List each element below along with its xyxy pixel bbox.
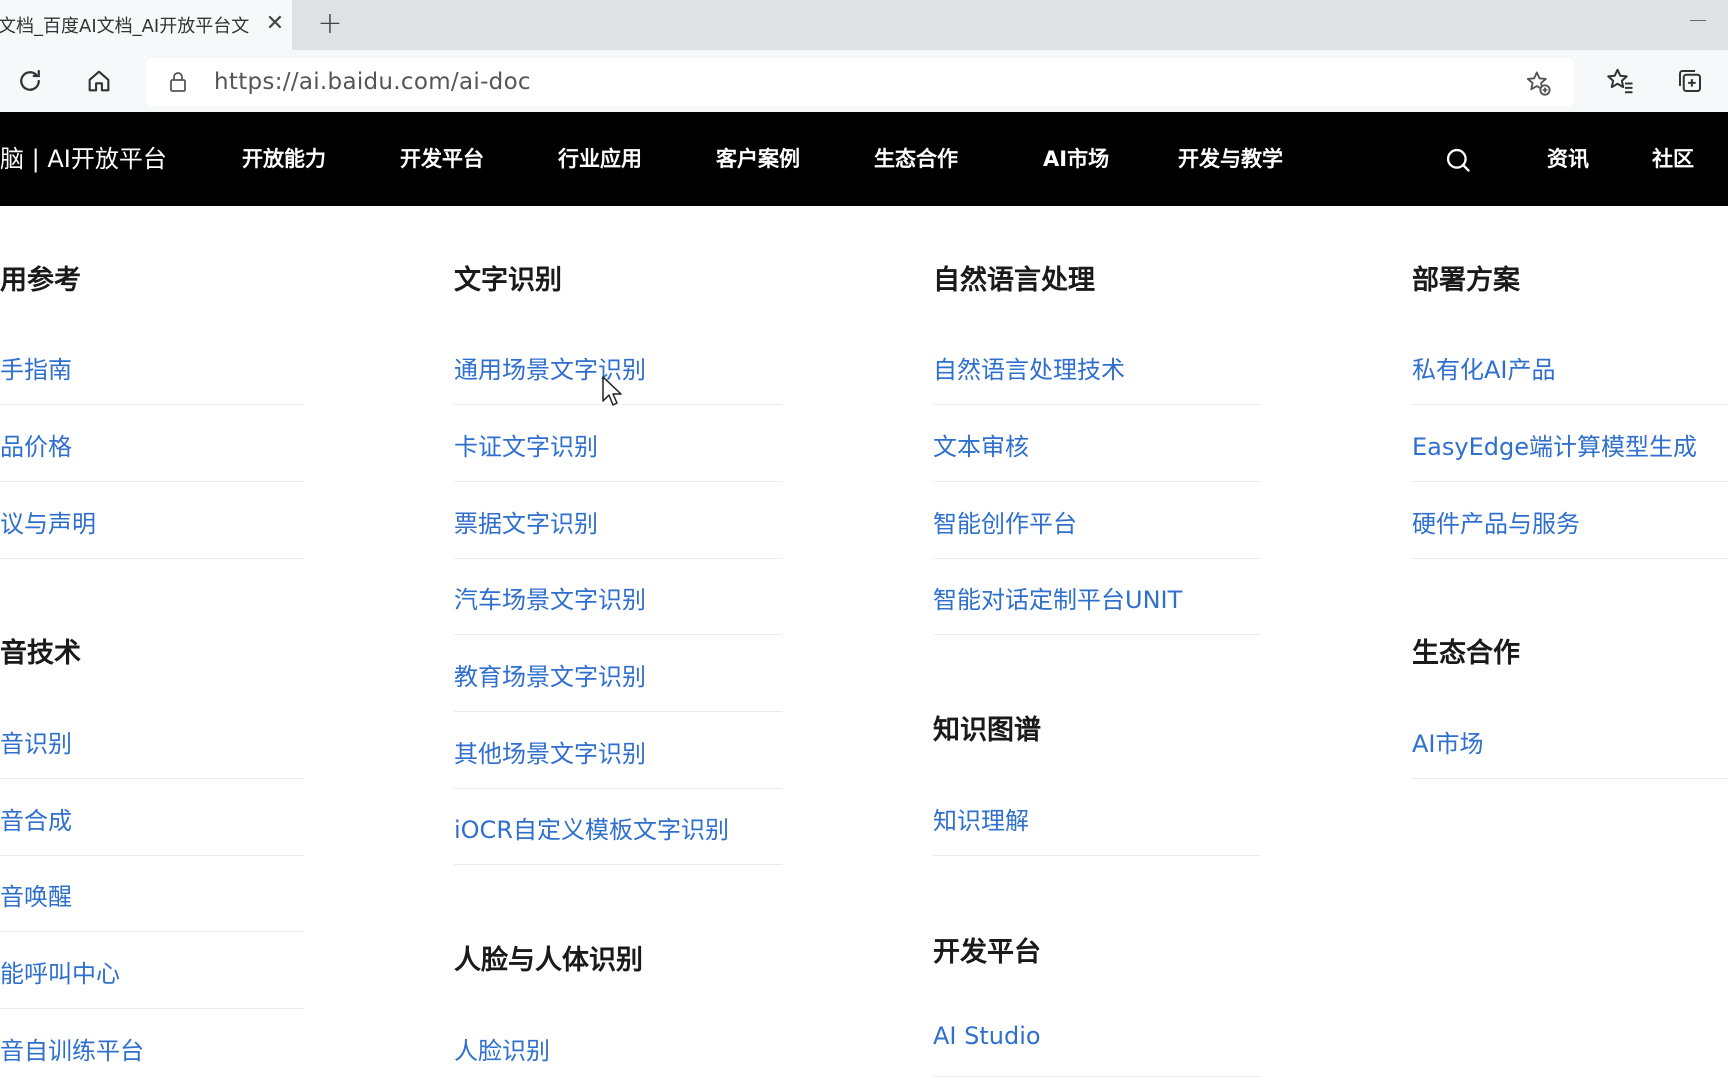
site-brand[interactable]: 脑 | AI开放平台 — [0, 112, 167, 206]
link-item[interactable]: 自然语言处理技术 — [933, 350, 1125, 385]
divider — [0, 1008, 304, 1009]
section-heading: 部署方案 — [1412, 265, 1520, 296]
browser-toolbar: https://ai.baidu.com/ai-doc — [0, 50, 1728, 112]
refresh-button[interactable] — [12, 63, 48, 99]
nav-item-dev-teaching[interactable]: 开发与教学 — [1178, 112, 1283, 206]
section-heading: 知识图谱 — [933, 715, 1041, 746]
link-item[interactable]: 能呼叫中心 — [0, 954, 120, 989]
link-item[interactable]: 硬件产品与服务 — [1412, 504, 1580, 539]
new-tab-button[interactable]: + — [314, 8, 346, 40]
link-item[interactable]: 智能创作平台 — [933, 504, 1077, 539]
nav-item-open-capabilities[interactable]: 开放能力 — [242, 112, 326, 206]
collections-icon — [1679, 70, 1701, 92]
divider — [454, 481, 782, 482]
divider — [0, 404, 304, 405]
refresh-icon — [20, 69, 40, 91]
divider — [0, 855, 304, 856]
link-item[interactable]: 手指南 — [0, 350, 72, 385]
link-item[interactable]: 智能对话定制平台UNIT — [933, 580, 1182, 615]
link-item[interactable]: AI市场 — [1412, 724, 1484, 759]
link-item[interactable]: 音自训练平台 — [0, 1031, 144, 1066]
favorites-button[interactable] — [1602, 63, 1638, 99]
link-item[interactable]: 卡证文字识别 — [454, 427, 598, 462]
link-item[interactable]: AI Studio — [933, 1022, 1041, 1050]
link-item[interactable]: 私有化AI产品 — [1412, 350, 1556, 385]
collections-button[interactable] — [1672, 63, 1708, 99]
nav-item-community[interactable]: 社区 — [1652, 112, 1694, 206]
home-icon — [88, 70, 110, 92]
divider — [1412, 558, 1728, 559]
divider — [0, 481, 304, 482]
section-heading: 音技术 — [0, 638, 81, 669]
link-item[interactable]: EasyEdge端计算模型生成 — [1412, 427, 1697, 462]
divider — [0, 778, 304, 779]
divider — [1412, 778, 1728, 779]
lock-icon — [170, 72, 186, 92]
divider — [454, 711, 782, 712]
nav-item-ai-market[interactable]: AI市场 — [1043, 112, 1109, 206]
link-item[interactable]: 议与声明 — [0, 504, 96, 539]
nav-item-news[interactable]: 资讯 — [1547, 112, 1589, 206]
divider — [0, 558, 304, 559]
minimize-window-icon[interactable] — [1688, 10, 1708, 30]
search-icon[interactable] — [1444, 146, 1472, 174]
section-heading: 自然语言处理 — [933, 265, 1095, 296]
link-item[interactable]: 其他场景文字识别 — [454, 734, 646, 769]
browser-tab-bar: 文档_百度AI文档_AI开放平台文 ✕ + — [0, 0, 1728, 50]
section-heading: 人脸与人体识别 — [454, 945, 643, 976]
link-item[interactable]: 品价格 — [0, 427, 72, 462]
divider — [454, 864, 782, 865]
nav-item-industry[interactable]: 行业应用 — [558, 112, 642, 206]
nav-item-ecosystem[interactable]: 生态合作 — [874, 112, 958, 206]
divider — [933, 855, 1261, 856]
favorites-icon — [1607, 68, 1633, 94]
link-item[interactable]: iOCR自定义模板文字识别 — [454, 810, 729, 845]
link-item[interactable]: 知识理解 — [933, 801, 1029, 836]
link-item[interactable]: 文本审核 — [933, 427, 1029, 462]
link-item[interactable]: 音合成 — [0, 801, 72, 836]
link-item[interactable]: 人脸识别 — [454, 1031, 550, 1066]
divider — [454, 634, 782, 635]
section-heading: 用参考 — [0, 265, 81, 296]
home-button[interactable] — [81, 63, 117, 99]
divider — [933, 481, 1261, 482]
section-heading: 开发平台 — [933, 937, 1041, 968]
address-bar[interactable]: https://ai.baidu.com/ai-doc — [146, 58, 1574, 106]
divider — [933, 634, 1261, 635]
nav-item-cases[interactable]: 客户案例 — [716, 112, 800, 206]
link-item[interactable]: 票据文字识别 — [454, 504, 598, 539]
divider — [454, 788, 782, 789]
section-heading: 文字识别 — [454, 265, 562, 296]
link-item[interactable]: 汽车场景文字识别 — [454, 580, 646, 615]
browser-tab[interactable]: 文档_百度AI文档_AI开放平台文 ✕ — [0, 0, 292, 50]
link-item[interactable]: 音识别 — [0, 724, 72, 759]
nav-item-dev-platform[interactable]: 开发平台 — [400, 112, 484, 206]
divider — [1412, 481, 1728, 482]
divider — [933, 558, 1261, 559]
divider — [0, 931, 304, 932]
divider — [454, 558, 782, 559]
divider — [933, 404, 1261, 405]
divider — [1412, 404, 1728, 405]
site-navigation: 脑 | AI开放平台 开放能力 开发平台 行业应用 客户案例 生态合作 AI市场… — [0, 112, 1728, 206]
section-heading: 生态合作 — [1412, 638, 1520, 669]
add-favorite-icon[interactable] — [1524, 69, 1552, 97]
close-tab-icon[interactable]: ✕ — [262, 11, 288, 37]
link-item[interactable]: 音唤醒 — [0, 877, 72, 912]
mouse-cursor-icon — [602, 376, 622, 406]
divider — [933, 1076, 1261, 1077]
url-text: https://ai.baidu.com/ai-doc — [214, 69, 531, 95]
tab-title: 文档_百度AI文档_AI开放平台文 — [0, 16, 250, 37]
link-item[interactable]: 教育场景文字识别 — [454, 657, 646, 692]
